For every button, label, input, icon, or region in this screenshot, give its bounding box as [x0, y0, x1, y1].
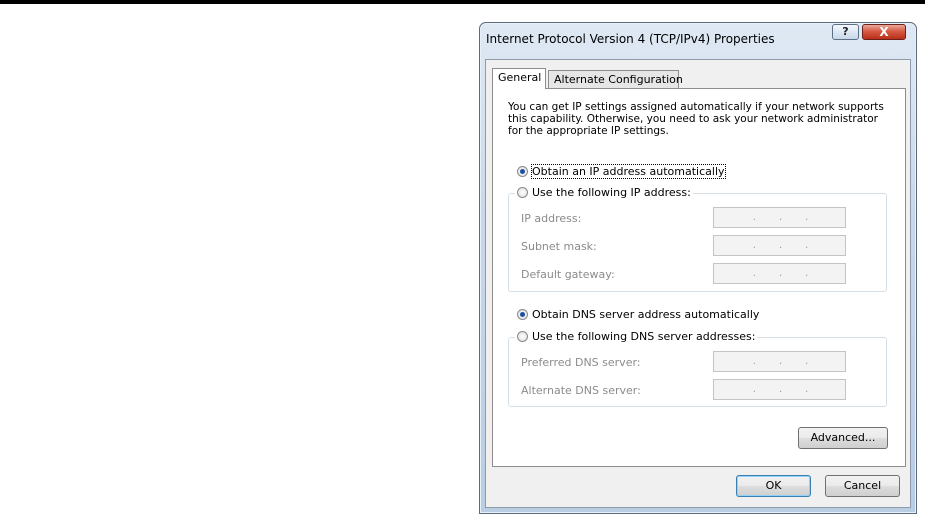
tab-general[interactable]: General	[492, 68, 546, 89]
use-ip-manual-option[interactable]: Use the following IP address:	[515, 186, 693, 199]
preferred-dns-label: Preferred DNS server:	[521, 356, 641, 369]
use-ip-manual-label: Use the following IP address:	[532, 186, 691, 199]
default-gateway-input[interactable]: ...	[713, 263, 846, 284]
obtain-ip-auto-option[interactable]: Obtain an IP address automatically	[517, 164, 726, 179]
dialog-title: Internet Protocol Version 4 (TCP/IPv4) P…	[486, 32, 775, 46]
obtain-ip-auto-label: Obtain an IP address automatically	[531, 164, 726, 179]
subnet-mask-input[interactable]: ...	[713, 235, 846, 256]
use-dns-manual-label: Use the following DNS server addresses:	[532, 330, 756, 343]
dialog-client-area: General Alternate Configuration You can …	[485, 59, 911, 508]
tab-alternate-configuration[interactable]: Alternate Configuration	[548, 70, 683, 88]
use-dns-manual-radio[interactable]	[517, 331, 528, 342]
close-button[interactable]: X	[862, 24, 906, 40]
description-text: You can get IP settings assigned automat…	[508, 101, 884, 137]
advanced-button[interactable]: Advanced...	[798, 427, 888, 449]
obtain-dns-auto-option[interactable]: Obtain DNS server address automatically	[517, 308, 759, 321]
tcpip-properties-dialog: Internet Protocol Version 4 (TCP/IPv4) P…	[479, 22, 917, 514]
ip-address-label: IP address:	[521, 212, 582, 225]
obtain-ip-auto-radio[interactable]	[517, 166, 528, 177]
use-ip-manual-radio[interactable]	[517, 187, 528, 198]
cancel-button[interactable]: Cancel	[825, 475, 900, 497]
ok-button[interactable]: OK	[736, 475, 811, 497]
help-button[interactable]: ?	[832, 24, 859, 40]
ip-address-input[interactable]: ...	[713, 207, 846, 228]
alternate-dns-input[interactable]: ...	[713, 379, 846, 400]
default-gateway-label: Default gateway:	[521, 268, 615, 281]
subnet-mask-label: Subnet mask:	[521, 240, 597, 253]
general-tab-panel: You can get IP settings assigned automat…	[492, 88, 906, 467]
screen-top-border	[0, 0, 925, 4]
preferred-dns-input[interactable]: ...	[713, 351, 846, 372]
obtain-dns-auto-label: Obtain DNS server address automatically	[532, 308, 760, 321]
use-dns-manual-option[interactable]: Use the following DNS server addresses:	[515, 330, 758, 343]
obtain-dns-auto-radio[interactable]	[517, 309, 528, 320]
alternate-dns-label: Alternate DNS server:	[521, 384, 641, 397]
